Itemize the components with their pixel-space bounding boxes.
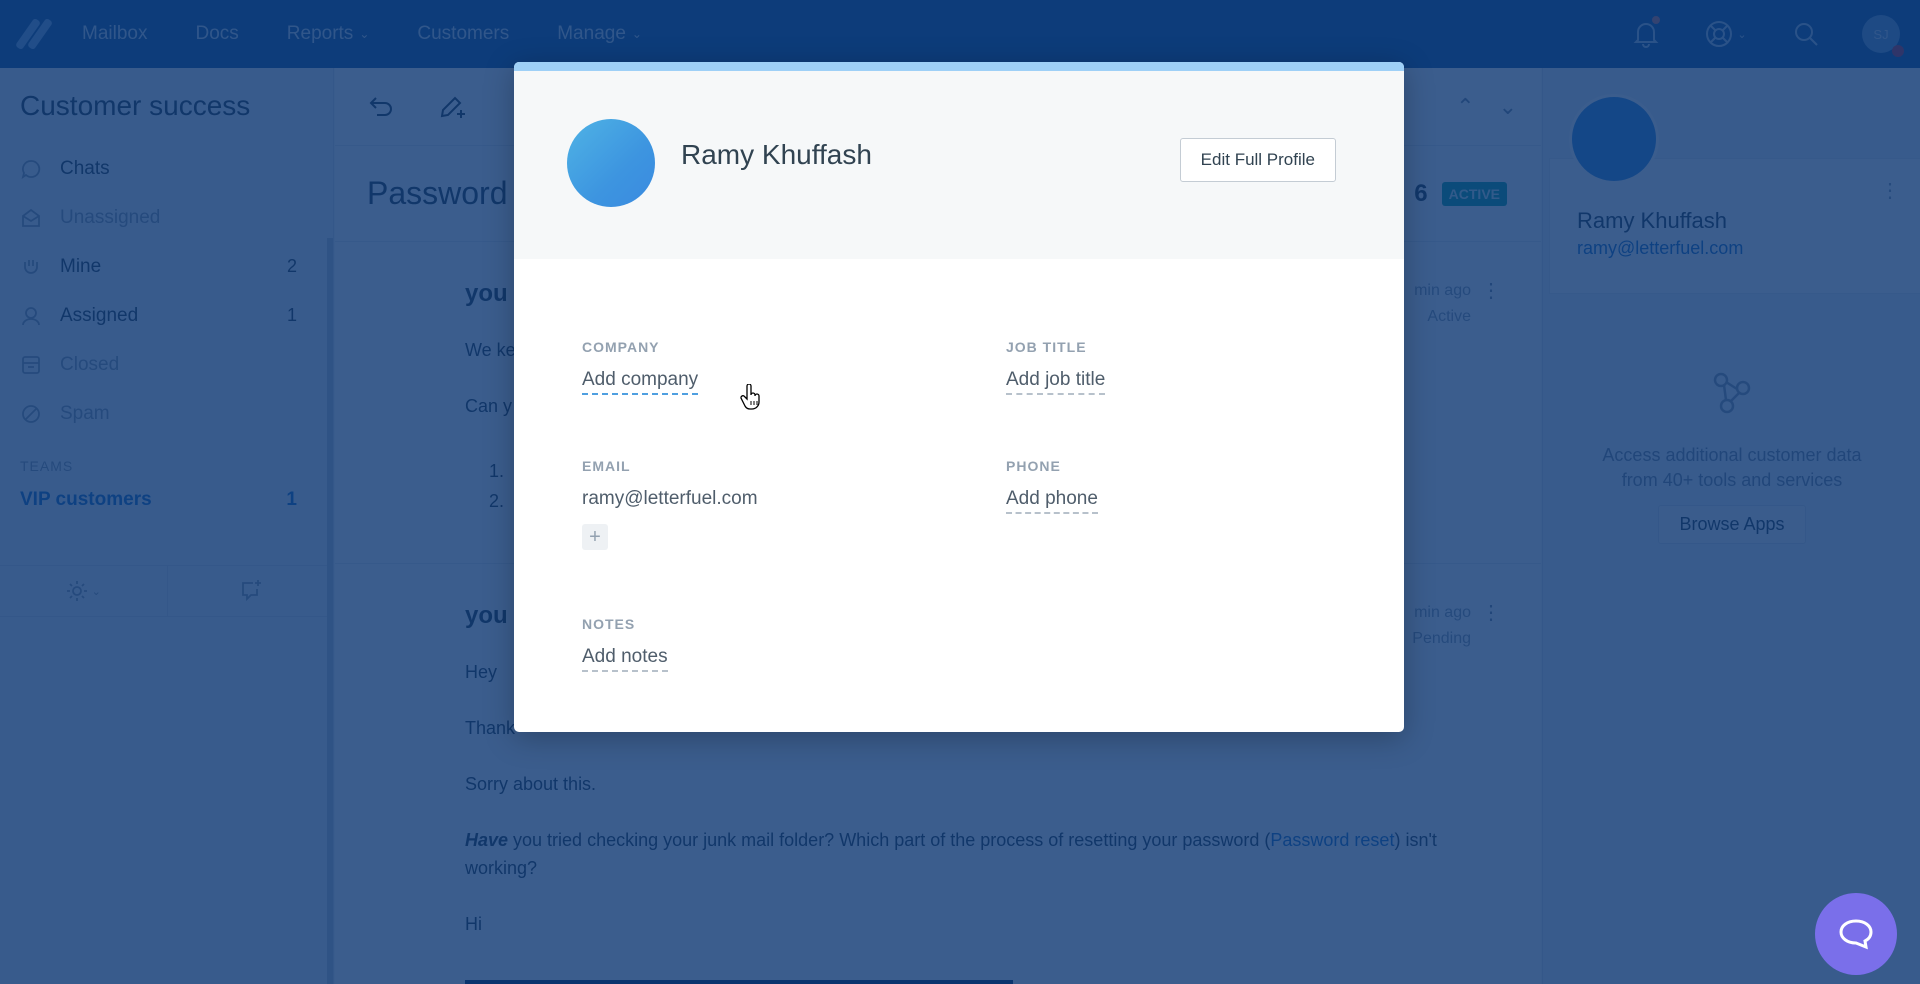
job-title-field: JOB TITLE Add job title	[1006, 339, 1106, 395]
add-phone-input[interactable]: Add phone	[1006, 488, 1098, 514]
notes-field: NOTES Add notes	[582, 616, 668, 672]
hand-pointer-cursor-icon	[740, 384, 760, 410]
chat-bubble-icon	[1839, 919, 1873, 950]
add-notes-input[interactable]: Add notes	[582, 646, 668, 672]
modal-accent-stripe	[514, 62, 1404, 71]
field-label: NOTES	[582, 616, 636, 632]
company-field: COMPANY Add company	[582, 339, 699, 395]
field-label: COMPANY	[582, 339, 660, 355]
customer-profile-modal: Ramy Khuffash Edit Full Profile COMPANY …	[514, 62, 1404, 732]
field-label: PHONE	[1006, 458, 1061, 474]
email-value[interactable]: ramy@letterfuel.com	[582, 488, 758, 512]
plus-icon: +	[589, 525, 601, 548]
field-label: EMAIL	[582, 458, 631, 474]
modal-header: Ramy Khuffash Edit Full Profile	[514, 71, 1404, 259]
help-beacon-button[interactable]	[1815, 893, 1897, 975]
edit-full-profile-button[interactable]: Edit Full Profile	[1179, 138, 1336, 182]
email-field: EMAIL ramy@letterfuel.com +	[582, 458, 758, 550]
field-label: JOB TITLE	[1006, 339, 1087, 355]
add-company-input[interactable]: Add company	[582, 369, 699, 395]
add-job-title-input[interactable]: Add job title	[1006, 369, 1106, 395]
customer-name: Ramy Khuffash	[681, 139, 872, 170]
add-email-button[interactable]: +	[582, 524, 608, 550]
customer-avatar	[567, 119, 655, 207]
phone-field: PHONE Add phone	[1006, 458, 1098, 514]
